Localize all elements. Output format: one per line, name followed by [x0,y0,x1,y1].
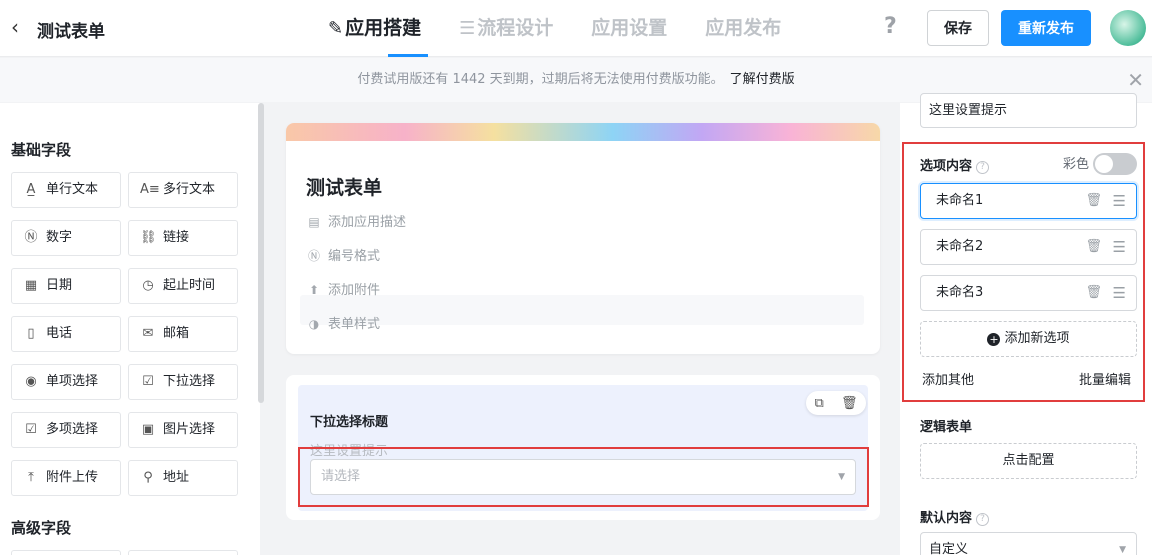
caret-down-icon: ▼ [1119,545,1126,555]
field-label: 多项选择 [46,422,99,437]
field-image-choice[interactable]: ▣ 图片选择 [128,412,238,448]
field-label: 链接 [163,230,190,245]
palette-scrollbar[interactable] [258,103,264,403]
add-description[interactable]: ▤ 添加应用描述 [306,210,406,234]
field-toolbar: ⧉ 🗑 [806,391,866,415]
field-label: 地址 [163,470,190,485]
hint-input[interactable]: 这里设置提示 [920,93,1137,128]
field-single-line-text[interactable]: A̲ 单行文本 [11,172,121,208]
field-attachment[interactable]: ⤒ 附件上传 [11,460,121,496]
advanced-fields-title: 高级字段 [11,519,72,537]
upload-icon: ⤒ [28,470,34,485]
radio-icon: ◉ [25,374,37,389]
clock-icon: ◷ [142,278,154,293]
field-label: 图片选择 [163,422,216,437]
phone-icon: ▯ [27,326,35,341]
field-multi-line-text[interactable]: A≡ 多行文本 [128,172,238,208]
highlight-box-select [298,447,869,507]
tab-app-settings[interactable]: 应用设置 [591,0,667,57]
top-bar: ‹ 测试表单 ✎ 应用搭建 ☰ 流程设计 应用设置 应用发布 ? 保存 重新发布 [0,0,1152,57]
form-header-card: 测试表单 ▤ 添加应用描述 Ⓝ 编号格式 ⬆ 添加附件 ◑ 表单样式 [286,123,880,354]
mail-icon: ✉ [142,326,154,341]
edit-icon: ✎ [328,18,344,39]
comment-icon: ▤ [308,215,320,229]
save-button[interactable]: 保存 [927,10,989,46]
question-icon: ? [976,513,990,526]
default-content-select[interactable]: 自定义 ▼ [920,532,1137,555]
field-email[interactable]: ✉ 邮箱 [128,316,238,352]
list-icon: ☰ [459,18,476,39]
palette-icon: ◑ [308,317,320,331]
field-phone[interactable]: ▯ 电话 [11,316,121,352]
learn-paid-link[interactable]: 了解付费版 [730,72,795,87]
field-label: 起止时间 [163,278,216,293]
meta-label: 编号格式 [328,249,381,264]
field-number[interactable]: Ⓝ 数字 [11,220,121,256]
tab-flow-design[interactable]: ☰ 流程设计 [459,0,553,57]
serial-format[interactable]: Ⓝ 编号格式 [306,244,380,268]
field-multi-choice[interactable]: ☑ 多项选择 [11,412,121,448]
tab-app-build[interactable]: ✎ 应用搭建 [328,0,429,57]
field-label: 附件上传 [46,470,99,485]
dropdown-icon: ☑ [142,374,154,389]
link-icon: ⛓ [140,230,157,245]
image-icon: ▣ [141,422,155,437]
field-time-range[interactable]: ◷ 起止时间 [128,268,238,304]
field-palette: 基础字段 A̲ 单行文本 A≡ 多行文本 Ⓝ 数字 ⛓ 链接 ▦ 日期 ◷ 起止时间 ▯ 电话… [0,103,260,555]
field-label: 单项选择 [46,374,99,389]
form-title[interactable]: 测试表单 [306,173,382,200]
field-advanced-2[interactable] [128,550,238,555]
configure-button[interactable]: 点击配置 [920,443,1137,479]
notice-text: 付费试用版还有 1442 天到期，过期后将无法使用付费版功能。 [357,72,724,87]
form-style[interactable]: ◑ 表单样式 [306,312,380,336]
help-icon[interactable]: ? [884,14,897,39]
field-label: 下拉选择 [163,374,216,389]
number-icon: Ⓝ [307,249,320,263]
add-attachment[interactable]: ⬆ 添加附件 [306,278,380,302]
multiline-text-icon: A≡ [140,182,160,197]
number-icon: Ⓝ [24,230,38,245]
upload-icon: ⬆ [308,283,320,297]
field-label: 数字 [46,230,73,245]
form-banner [286,123,880,141]
field-dropdown[interactable]: ☑ 下拉选择 [128,364,238,400]
default-content-title: 默认内容? [920,507,990,526]
field-link[interactable]: ⛓ 链接 [128,220,238,256]
avatar[interactable] [1110,10,1146,46]
field-date[interactable]: ▦ 日期 [11,268,121,304]
field-label: 邮箱 [163,326,190,341]
checkbox-icon: ☑ [25,422,37,437]
tab-label: 流程设计 [477,17,554,39]
app-title: 测试表单 [37,22,105,42]
meta-label: 添加应用描述 [328,215,407,230]
field-label: 多行文本 [163,182,216,197]
field-advanced-1[interactable] [11,550,121,555]
republish-button[interactable]: 重新发布 [1001,10,1091,46]
field-address[interactable]: ⚲ 地址 [128,460,238,496]
field-label: 日期 [46,278,73,293]
meta-label: 表单样式 [328,317,381,332]
copy-icon[interactable]: ⧉ [815,396,824,411]
calendar-icon: ▦ [24,278,38,293]
hover-highlight [300,295,864,325]
location-icon: ⚲ [143,470,153,485]
back-icon[interactable]: ‹ [11,14,19,40]
tab-app-publish[interactable]: 应用发布 [705,0,781,57]
trash-icon[interactable]: 🗑 [841,396,858,411]
field-label: 电话 [46,326,73,341]
default-title-text: 默认内容 [920,511,973,526]
highlight-box-options [902,142,1145,402]
field-label: 单行文本 [46,182,99,197]
basic-fields-title: 基础字段 [11,141,72,159]
main-tabs: ✎ 应用搭建 ☰ 流程设计 应用设置 应用发布 [328,0,819,57]
meta-label: 添加附件 [328,283,381,298]
field-single-choice[interactable]: ◉ 单项选择 [11,364,121,400]
field-title: 下拉选择标题 [310,415,389,430]
default-value: 自定义 [929,542,969,555]
tab-label: 应用搭建 [345,17,422,39]
logic-form-title: 逻辑表单 [920,420,973,435]
text-icon: A̲ [26,182,36,197]
